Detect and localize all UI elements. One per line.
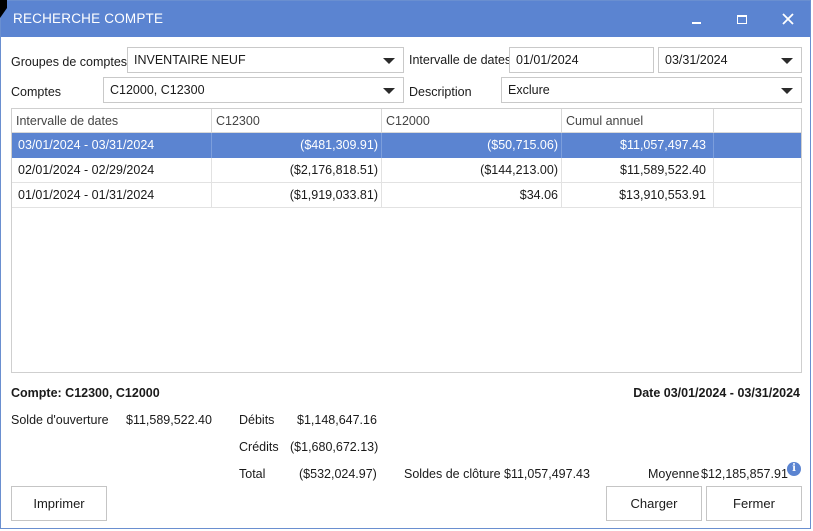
row-date-range: 03/01/2024 - 03/31/2024 [18,138,155,152]
maximize-button[interactable] [719,1,765,37]
closing-balance-value: $11,057,497.43 [504,467,590,481]
account-heading: Compte: C12300, C12000 [11,386,160,400]
total-label: Total [239,467,266,481]
mouse-pointer-icon [0,0,7,18]
row-ytd-value: $11,589,522.40 [620,163,706,177]
results-grid[interactable]: Intervalle de dates C12300 C12000 Cumul … [11,108,802,373]
row-date-range: 02/01/2024 - 02/29/2024 [18,163,155,177]
chevron-down-icon [383,88,395,94]
row-date-range: 01/01/2024 - 01/31/2024 [18,188,155,202]
accounts-label: Comptes [11,85,62,99]
date-from-input[interactable]: 01/01/2024 [509,47,654,73]
title-bar: RECHERCHE COMPTE [1,1,810,37]
column-header-ytd[interactable]: Cumul annuel [562,109,714,133]
account-groups-label: Groupes de comptes [11,55,128,69]
close-window-button[interactable] [765,1,811,37]
chevron-down-icon [383,58,395,64]
close-icon [782,13,794,25]
account-search-dialog: RECHERCHE COMPTE Groupes de comptes INVE… [0,0,811,529]
date-heading: Date 03/01/2024 - 03/31/2024 [633,386,800,400]
row-ytd-value: $13,910,553.91 [619,188,706,202]
table-row[interactable]: 03/01/2024 - 03/31/2024 ($481,309.91) ($… [12,133,801,158]
date-from-value: 01/01/2024 [516,53,579,67]
chevron-down-icon [781,58,793,64]
accounts-value: C12000, C12300 [110,83,205,97]
credits-label: Crédits [239,440,279,454]
date-to-value: 03/31/2024 [665,53,728,67]
row-c12000-value: ($144,213.00) [480,163,558,177]
opening-balance-value: $11,589,522.40 [126,413,212,427]
chevron-down-icon [781,88,793,94]
load-button[interactable]: Charger [606,486,702,521]
minimize-icon [691,22,701,24]
debits-label: Débits [239,413,275,427]
total-value: ($532,024.97) [299,467,377,481]
info-icon[interactable]: i [787,462,801,476]
maximize-icon [737,14,747,24]
description-dropdown[interactable]: Exclure [501,77,802,103]
account-groups-dropdown[interactable]: INVENTAIRE NEUF [127,47,404,73]
print-button[interactable]: Imprimer [11,486,107,521]
row-c12300-value: ($2,176,818.51) [289,163,378,177]
description-label: Description [409,85,472,99]
column-header-date-range[interactable]: Intervalle de dates [12,109,212,133]
window-title: RECHERCHE COMPTE [13,11,164,26]
closing-balance-label: Soldes de clôture [404,467,501,481]
row-c12000-value: ($50,715.06) [487,138,558,152]
average-label: Moyenne [648,467,700,481]
row-c12300-value: ($481,309.91) [300,138,378,152]
description-value: Exclure [508,83,550,97]
close-button[interactable]: Fermer [706,486,802,521]
column-header-c12300[interactable]: C12300 [212,109,382,133]
table-row[interactable]: 02/01/2024 - 02/29/2024 ($2,176,818.51) … [12,158,801,183]
debits-value: $1,148,647.16 [297,413,377,427]
account-groups-value: INVENTAIRE NEUF [134,53,246,67]
credits-value: ($1,680,672.13) [290,440,379,454]
row-c12300-value: ($1,919,033.81) [289,188,378,202]
opening-balance-label: Solde d'ouverture [11,413,109,427]
table-row[interactable]: 01/01/2024 - 01/31/2024 ($1,919,033.81) … [12,183,801,208]
row-ytd-value: $11,057,497.43 [620,138,706,152]
date-to-dropdown[interactable]: 03/31/2024 [658,47,802,73]
accounts-dropdown[interactable]: C12000, C12300 [103,77,404,103]
row-c12000-value: $34.06 [519,188,558,202]
grid-header: Intervalle de dates C12300 C12000 Cumul … [12,109,801,133]
date-range-label: Intervalle de dates [409,53,512,67]
column-header-c12000[interactable]: C12000 [382,109,562,133]
minimize-button[interactable] [673,1,719,37]
average-value: $12,185,857.91 [701,467,788,481]
